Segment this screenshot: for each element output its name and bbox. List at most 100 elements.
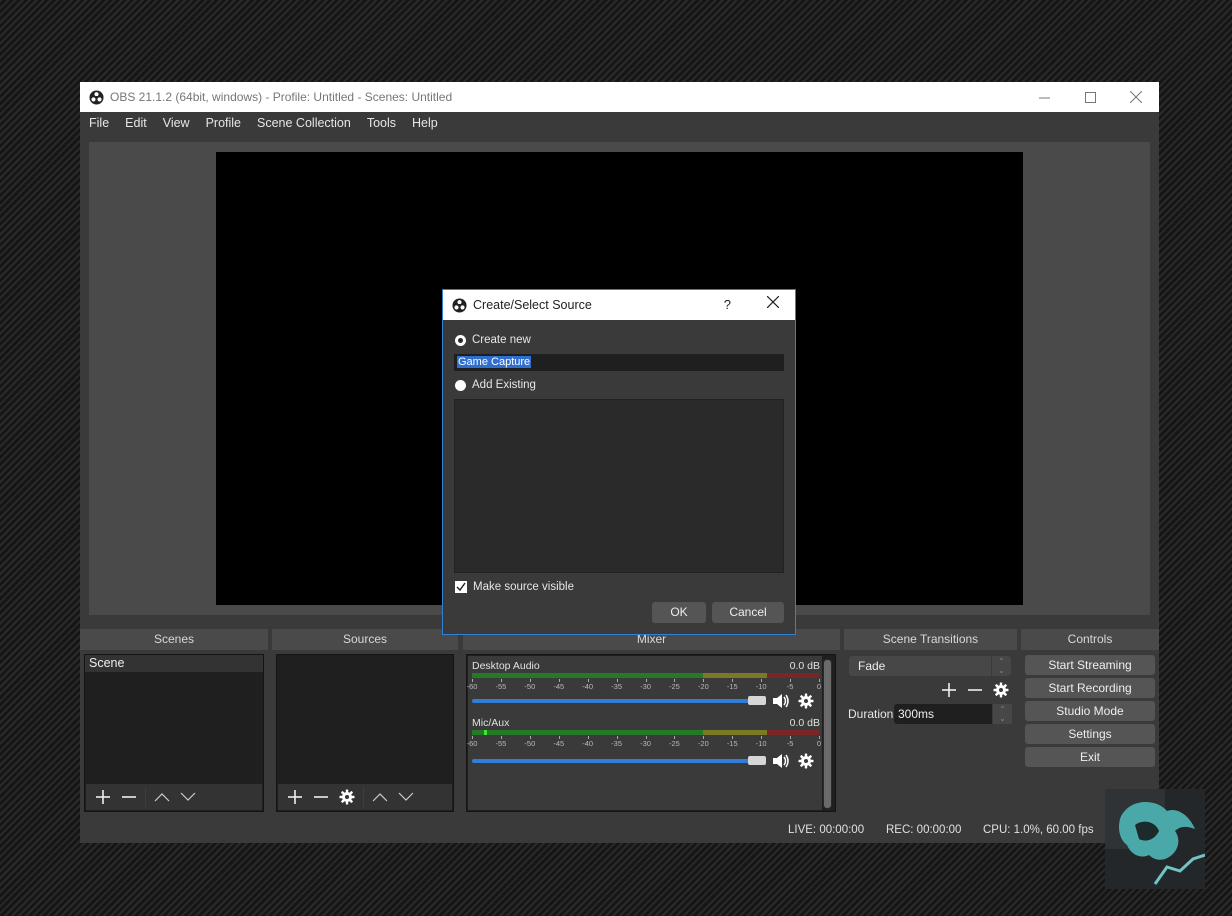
mute-speaker-icon[interactable] xyxy=(772,692,790,710)
add-transition-button[interactable] xyxy=(936,679,962,701)
add-scene-button[interactable] xyxy=(90,786,116,808)
meter-tick-label: -55 xyxy=(495,739,507,748)
remove-source-button[interactable] xyxy=(308,786,334,808)
maximize-button[interactable] xyxy=(1067,82,1113,112)
create-new-radio[interactable] xyxy=(455,334,466,346)
minimize-icon xyxy=(1038,97,1050,98)
obs-logo-icon xyxy=(452,297,467,313)
sources-dock-header: Sources xyxy=(272,629,458,650)
meter-tick xyxy=(703,679,705,682)
meter-tick-label: -10 xyxy=(755,682,767,691)
meter-tick-label: -30 xyxy=(640,739,651,748)
meter-tick-label: -35 xyxy=(611,682,622,691)
meter-tick xyxy=(500,679,502,682)
meter-segment xyxy=(472,673,704,678)
menu-tools[interactable]: Tools xyxy=(367,116,396,130)
move-up-icon xyxy=(154,793,170,802)
start-recording-button[interactable]: Start Recording xyxy=(1025,678,1155,698)
existing-sources-list[interactable] xyxy=(454,399,784,573)
cancel-button[interactable]: Cancel xyxy=(712,602,784,623)
live-status: LIVE: 00:00:00 xyxy=(788,824,865,836)
volume-slider-handle[interactable] xyxy=(748,756,766,765)
audio-mixer: Desktop Audio 0.0 dB -60 -55 -50 -45 -40 -35 -30… xyxy=(466,654,836,812)
meter-tick xyxy=(472,679,473,682)
menu-scene-collection[interactable]: Scene Collection xyxy=(257,116,351,130)
move-scene-down-button[interactable] xyxy=(175,786,201,808)
make-visible-checkbox[interactable] xyxy=(455,581,467,593)
meter-tick-label: -15 xyxy=(726,682,738,691)
meter-tick-label: -25 xyxy=(668,682,680,691)
volume-slider-handle[interactable] xyxy=(748,696,766,705)
exit-button[interactable]: Exit xyxy=(1025,747,1155,767)
close-button[interactable] xyxy=(1113,82,1159,112)
dialog-title-bar: Create/Select Source ? xyxy=(443,290,795,320)
settings-button[interactable]: Settings xyxy=(1025,724,1155,744)
move-scene-up-button[interactable] xyxy=(149,786,175,808)
create-new-option[interactable]: Create new xyxy=(455,334,531,346)
channel-settings-gear-icon[interactable] xyxy=(797,752,815,770)
volume-slider[interactable] xyxy=(472,759,762,763)
remove-icon xyxy=(968,689,982,691)
menu-edit[interactable]: Edit xyxy=(125,116,147,130)
meter-tick xyxy=(558,679,560,682)
transition-select-arrows[interactable]: ⌃ ⌄ xyxy=(991,656,1011,676)
add-icon xyxy=(288,790,302,804)
move-down-icon xyxy=(398,792,414,801)
obs-logo-icon xyxy=(89,89,104,105)
close-icon xyxy=(766,295,780,309)
minimize-button[interactable] xyxy=(1021,82,1067,112)
remove-scene-button[interactable] xyxy=(116,786,142,808)
add-existing-radio[interactable] xyxy=(455,379,466,391)
meter-tick-label: -50 xyxy=(524,682,536,691)
scene-item[interactable]: Scene xyxy=(85,655,263,672)
meter-tick-label: -5 xyxy=(786,682,794,691)
mixer-scrollbar[interactable] xyxy=(823,659,832,809)
duration-input[interactable]: 300ms ⌃ ⌄ xyxy=(894,704,1012,724)
remove-icon xyxy=(122,796,136,798)
meter-tick-label: -60 xyxy=(466,682,478,691)
move-source-up-button[interactable] xyxy=(367,786,393,808)
add-icon xyxy=(942,683,956,697)
add-source-button[interactable] xyxy=(282,786,308,808)
create-new-label: Create new xyxy=(472,334,531,346)
volume-slider[interactable] xyxy=(472,699,762,703)
transition-selected: Fade xyxy=(858,659,886,673)
gear-icon xyxy=(339,789,355,805)
add-existing-option[interactable]: Add Existing xyxy=(455,379,536,391)
menu-help[interactable]: Help xyxy=(412,116,438,130)
channel-settings-gear-icon[interactable] xyxy=(797,692,815,710)
source-properties-button[interactable] xyxy=(334,786,360,808)
scenes-list[interactable]: Scene xyxy=(84,654,264,812)
meter-tick-label: -45 xyxy=(553,682,565,691)
meter-tick xyxy=(761,736,763,739)
menu-profile[interactable]: Profile xyxy=(206,116,241,130)
gear-icon xyxy=(993,682,1009,698)
help-button[interactable]: ? xyxy=(724,297,731,312)
controls-dock-header: Controls xyxy=(1021,629,1159,650)
start-streaming-button[interactable]: Start Streaming xyxy=(1025,655,1155,675)
ok-button[interactable]: OK xyxy=(652,602,706,623)
remove-transition-button[interactable] xyxy=(962,679,988,701)
mute-speaker-icon[interactable] xyxy=(772,752,790,770)
dialog-close-button[interactable] xyxy=(766,295,780,311)
meter-tick-label: -60 xyxy=(466,739,478,748)
transition-select[interactable]: Fade ⌃ ⌄ xyxy=(849,656,1011,676)
source-name-value: Game Capture xyxy=(457,356,532,368)
transition-properties-button[interactable] xyxy=(988,679,1014,701)
meter-tick-label: -20 xyxy=(697,682,709,691)
meter-scale: -60 -55 -50 -45 -40 -35 -30 -25 -20 -15 -10 -5 0 xyxy=(467,679,822,691)
meter-tick xyxy=(732,679,734,682)
meter-tick-label: -10 xyxy=(755,739,767,748)
menu-view[interactable]: View xyxy=(163,116,190,130)
move-source-down-button[interactable] xyxy=(393,786,419,808)
studio-mode-button[interactable]: Studio Mode xyxy=(1025,701,1155,721)
make-visible-option[interactable]: Make source visible xyxy=(455,581,574,593)
meter-scale: -60 -55 -50 -45 -40 -35 -30 -25 -20 -15 -10 -5 0 xyxy=(467,736,821,748)
duration-spinner[interactable]: ⌃ ⌄ xyxy=(992,704,1012,724)
source-name-input[interactable]: Game Capture xyxy=(454,354,784,371)
meter-tick xyxy=(674,736,676,739)
meter-tick-label: 0 xyxy=(816,682,822,691)
sources-list[interactable] xyxy=(276,654,454,812)
menu-file[interactable]: File xyxy=(89,116,109,130)
meter-segment xyxy=(472,730,704,735)
